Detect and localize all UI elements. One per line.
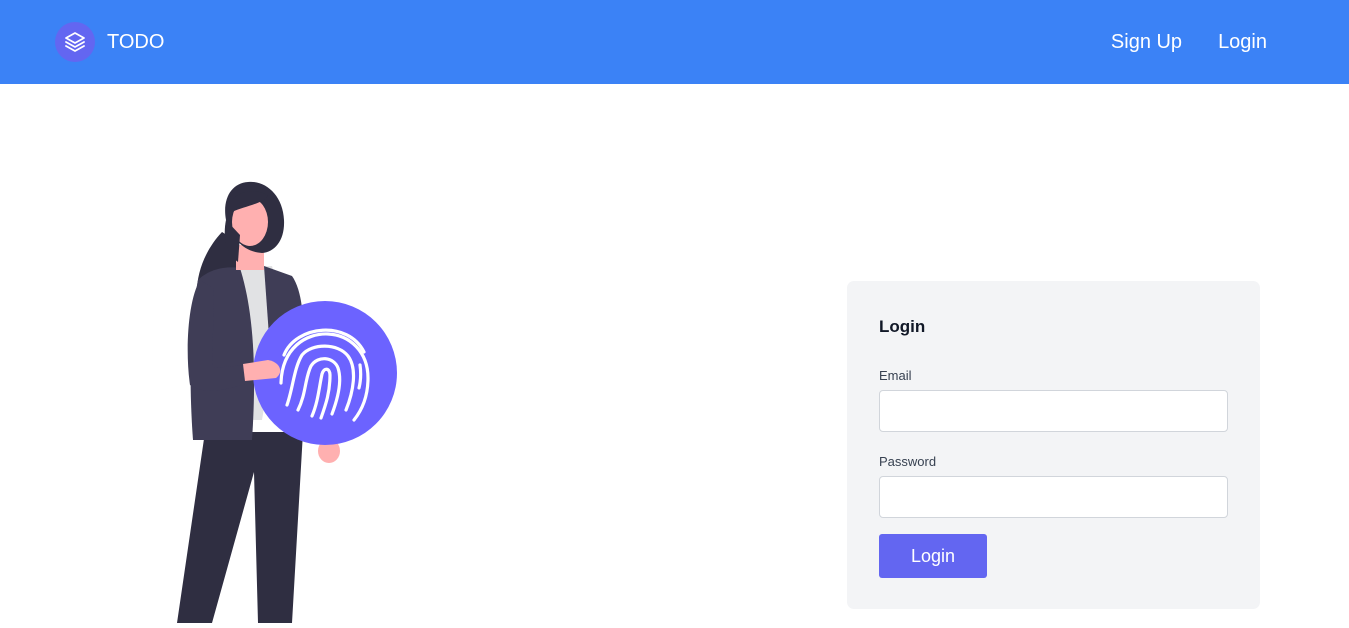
- login-link[interactable]: Login: [1218, 31, 1267, 54]
- password-label: Password: [879, 454, 937, 469]
- login-submit-button[interactable]: Login: [879, 534, 987, 578]
- fingerprint-illustration: [150, 175, 410, 623]
- signup-link[interactable]: Sign Up: [1111, 31, 1182, 54]
- login-card: Login Email Password Login: [847, 281, 1260, 609]
- email-label: Email: [879, 368, 912, 383]
- brand-link[interactable]: TODO: [55, 22, 164, 62]
- login-title: Login: [879, 317, 926, 336]
- email-field[interactable]: [879, 390, 1228, 432]
- nav-links: Sign Up Login: [1111, 0, 1267, 84]
- password-field[interactable]: [879, 476, 1228, 518]
- navbar: TODO Sign Up Login: [0, 0, 1349, 84]
- brand-name: TODO: [107, 30, 165, 53]
- layers-icon: [55, 22, 95, 62]
